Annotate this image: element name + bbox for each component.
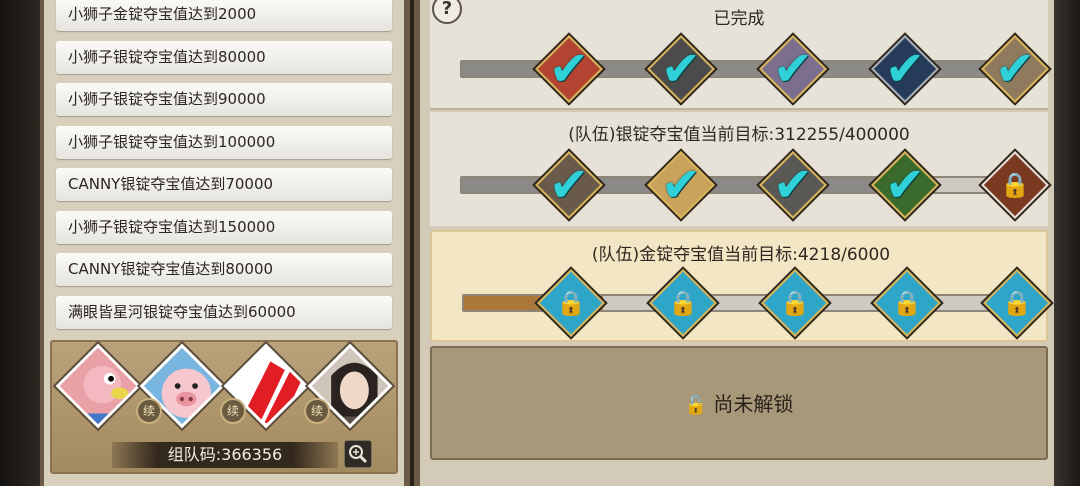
completed-section: 已完成 ✔ ✔ ✔ ✔ ✔ [430, 0, 1049, 110]
silver-target-section: (队伍)银锭夺宝值当前目标:312255/400000 ✔ ✔ ✔ ✔ 🔒 [430, 112, 1049, 226]
check-icon: ✔ [994, 41, 1036, 97]
pig-cartoon-icon [58, 346, 141, 429]
locked-section: 🔓 尚未解锁 [430, 346, 1048, 460]
gold-target-label: (队伍)金锭夺宝值当前目标:4218/6000 [591, 245, 891, 265]
lock-icon: 🔓 [684, 395, 708, 416]
check-icon: ✔ [772, 41, 814, 97]
log-item: 小狮子金锭夺宝值达到2000 [56, 0, 392, 31]
team-members-box: 续 续 续 组队码:366356 [50, 340, 398, 474]
background-left [0, 0, 40, 486]
check-icon: ✔ [660, 157, 702, 213]
rank-badge: 续 [136, 398, 162, 424]
log-list[interactable]: 小狮子金锭夺宝值达到2000 小狮子银锭夺宝值达到80000 小狮子银锭夺宝值达… [56, 0, 392, 338]
team-log-panel: 小狮子金锭夺宝值达到2000 小狮子银锭夺宝值达到80000 小狮子银锭夺宝值达… [40, 0, 410, 486]
background-right [1052, 0, 1080, 486]
lock-icon: 🔒 [892, 289, 922, 317]
lock-icon: 🔒 [780, 289, 810, 317]
zoom-button[interactable] [344, 440, 372, 468]
locked-label: 🔓 尚未解锁 [684, 392, 794, 416]
log-item: 小狮子银锭夺宝值达到80000 [56, 40, 392, 74]
silver-target-label: (队伍)银锭夺宝值当前目标:312255/400000 [568, 125, 910, 145]
check-icon: ✔ [548, 41, 590, 97]
lock-icon: 🔒 [1000, 171, 1030, 199]
gold-target-section: (队伍)金锭夺宝值当前目标:4218/6000 🔒 🔒 🔒 🔒 🔒 [430, 230, 1051, 342]
reward-progress-panel: 已完成 ✔ ✔ ✔ ✔ ✔ (队伍)银锭夺宝值当前目标:312255/40000… [414, 0, 1054, 486]
check-icon: ✔ [548, 157, 590, 213]
magnifier-icon [349, 445, 368, 464]
lock-icon: 🔒 [1002, 289, 1032, 317]
log-item: CANNY银锭夺宝值达到70000 [56, 168, 392, 201]
check-icon: ✔ [772, 157, 814, 213]
check-icon: ✔ [884, 41, 926, 97]
lock-icon: 🔒 [668, 289, 698, 317]
member-avatar-1[interactable] [55, 343, 141, 429]
rank-badge: 续 [304, 398, 330, 424]
log-item: CANNY银锭夺宝值达到80000 [56, 253, 392, 286]
rank-badge: 续 [220, 398, 246, 424]
log-item: 小狮子银锭夺宝值达到100000 [56, 125, 392, 159]
lock-icon: 🔒 [556, 289, 586, 317]
check-icon: ✔ [884, 157, 926, 213]
log-item: 小狮子银锭夺宝值达到150000 [56, 210, 392, 244]
check-icon: ✔ [660, 41, 702, 97]
log-item: 小狮子银锭夺宝值达到90000 [56, 83, 392, 116]
log-item: 满眼皆星河银锭夺宝值达到60000 [56, 295, 392, 329]
section-title: 已完成 [713, 9, 765, 29]
team-code-label: 组队码:366356 [112, 442, 338, 468]
